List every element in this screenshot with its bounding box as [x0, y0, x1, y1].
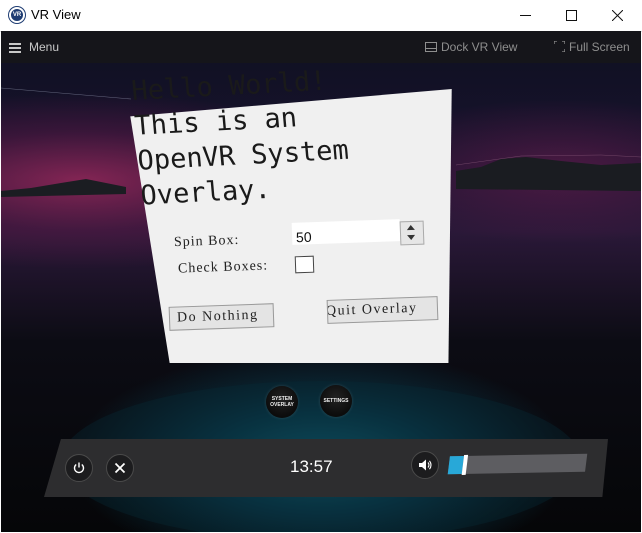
speaker-icon — [419, 459, 432, 471]
overlay-heading: Hello World! This is an OpenVR System Ov… — [130, 59, 422, 213]
spin-box-stepper[interactable] — [399, 220, 425, 246]
exit-button[interactable] — [106, 454, 134, 482]
close-button[interactable] — [595, 0, 641, 31]
spin-box-value: 50 — [295, 228, 312, 246]
close-icon — [114, 462, 126, 474]
power-icon — [73, 462, 85, 474]
overlay-checkbox[interactable] — [294, 255, 315, 274]
spin-box-label: Spin Box: — [173, 232, 240, 251]
minimize-icon — [520, 15, 531, 16]
close-icon — [612, 10, 623, 21]
settings-button[interactable]: SETTINGS — [320, 385, 352, 417]
spin-down-icon[interactable] — [407, 234, 416, 241]
do-nothing-button[interactable]: Do Nothing — [168, 303, 275, 331]
minimize-button[interactable] — [503, 0, 549, 31]
system-overlay-label: SYSTEMOVERLAY — [270, 396, 294, 408]
volume-slider[interactable] — [447, 453, 588, 475]
window-titlebar: VR VR View — [0, 0, 642, 32]
settings-label: SETTINGS — [323, 398, 349, 404]
check-boxes-label: Check Boxes: — [177, 258, 269, 277]
volume-button[interactable] — [411, 451, 439, 479]
maximize-icon — [566, 10, 577, 21]
spin-up-icon[interactable] — [406, 224, 415, 231]
power-button[interactable] — [65, 454, 93, 482]
window-title: VR View — [31, 7, 81, 22]
vr-app-icon: VR — [9, 7, 25, 23]
clock-time: 13:57 — [290, 457, 333, 476]
system-overlay-button[interactable]: SYSTEMOVERLAY — [266, 386, 298, 418]
maximize-button[interactable] — [549, 0, 595, 31]
quit-overlay-button[interactable]: Quit Overlay — [326, 296, 439, 324]
